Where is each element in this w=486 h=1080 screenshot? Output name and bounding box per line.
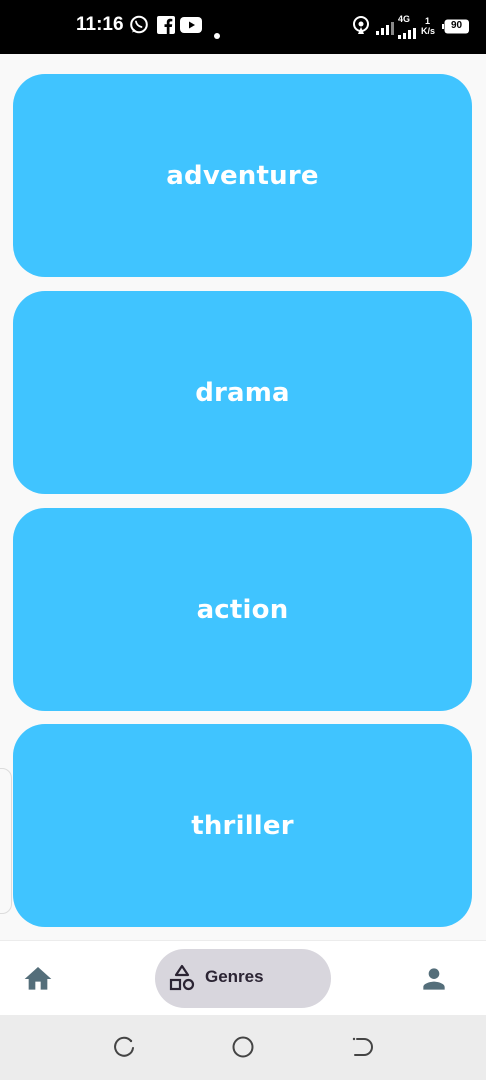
genre-list: adventure drama action thriller xyxy=(0,54,486,940)
nav-genres-button[interactable]: Genres xyxy=(155,949,331,1008)
genre-card-thriller[interactable]: thriller xyxy=(13,724,472,927)
whatsapp-icon xyxy=(129,15,149,39)
hotspot-icon xyxy=(352,16,370,40)
genre-label: drama xyxy=(195,377,290,408)
signal-icon xyxy=(376,20,394,39)
signal-4g-icon xyxy=(398,24,416,43)
network-type: 4G xyxy=(398,14,411,24)
system-navigation-bar xyxy=(0,1015,486,1080)
recent-apps-icon xyxy=(114,1036,134,1057)
speed-unit: K/s xyxy=(421,26,436,36)
notification-dot-icon xyxy=(214,24,220,43)
back-button[interactable] xyxy=(350,1035,374,1059)
status-time: 11:16 xyxy=(76,14,124,35)
home-circle-icon xyxy=(232,1036,254,1058)
shapes-icon xyxy=(169,964,195,996)
recent-apps-button[interactable] xyxy=(112,1035,136,1059)
speed-value: 1 xyxy=(425,16,431,26)
nav-home-button[interactable] xyxy=(22,963,54,995)
genre-card-drama[interactable]: drama xyxy=(13,291,472,494)
nav-genres-label: Genres xyxy=(205,967,264,986)
edge-panel-handle[interactable] xyxy=(0,768,12,914)
facebook-icon xyxy=(157,16,175,38)
genre-card-adventure[interactable]: adventure xyxy=(13,74,472,277)
genre-label: action xyxy=(196,594,289,625)
genre-label: thriller xyxy=(191,810,294,841)
nav-profile-button[interactable] xyxy=(418,963,450,995)
person-icon xyxy=(423,968,445,990)
genre-card-action[interactable]: action xyxy=(13,508,472,711)
bottom-navigation: Genres xyxy=(0,940,486,1016)
genre-label: adventure xyxy=(166,160,319,191)
back-icon xyxy=(352,1037,373,1056)
youtube-icon xyxy=(180,17,202,37)
battery-level: 90 xyxy=(451,20,463,31)
home-icon xyxy=(24,967,52,990)
status-bar: 11:16 4G 1 K/s 90 xyxy=(0,0,486,54)
home-system-button[interactable] xyxy=(231,1035,255,1059)
